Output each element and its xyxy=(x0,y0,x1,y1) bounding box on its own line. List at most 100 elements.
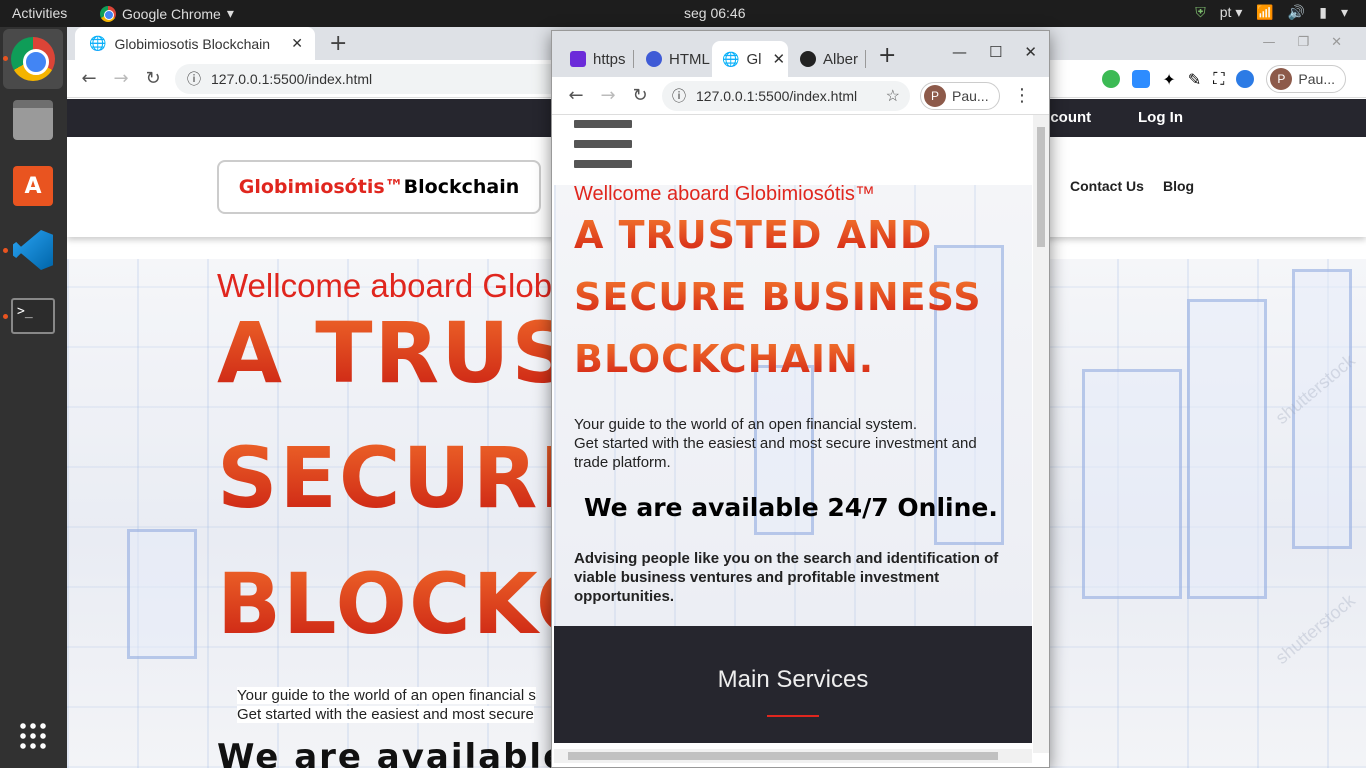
profile-button[interactable]: P Pau... xyxy=(1266,65,1346,93)
running-indicator xyxy=(3,248,8,253)
tab-title: Gl xyxy=(746,50,762,68)
extension-icon[interactable] xyxy=(1102,70,1121,88)
running-indicator xyxy=(3,56,8,61)
window-controls: — ❐ ✕ xyxy=(1262,35,1342,50)
tab-strip: https HTML 🌐 Gl ✕ Alber + — ☐ ✕ xyxy=(552,31,1049,77)
info-icon[interactable]: ⓘ xyxy=(187,69,201,89)
vertical-scrollbar[interactable] xyxy=(1033,115,1049,753)
hero-line-3: BLOCKCHAIN. xyxy=(574,337,875,381)
title-underline xyxy=(767,715,819,717)
dock: A >_ xyxy=(0,27,67,768)
hero-welcome: Wellcome aboard Globimiosótis™ xyxy=(574,183,875,205)
kebab-menu-icon[interactable]: ⋮ xyxy=(1013,85,1031,106)
foreground-browser-window: https HTML 🌐 Gl ✕ Alber + — ☐ ✕ ← → ↻ ⓘ xyxy=(551,30,1050,768)
scrollbar-thumb[interactable] xyxy=(568,752,998,760)
hero-intro-2: Get started with the easiest and most se… xyxy=(574,435,977,471)
profile-button[interactable]: P Pau... xyxy=(920,82,1000,110)
profile-label: Pau... xyxy=(952,88,989,104)
system-top-bar: Activities Google Chrome ▾ seg 06:46 ⛨ p… xyxy=(0,0,1366,27)
tab-github[interactable]: Alber xyxy=(790,41,866,77)
eyedropper-icon[interactable]: ✎ xyxy=(1188,70,1201,89)
chevron-down-icon[interactable]: ▾ xyxy=(1341,4,1348,21)
tab-title: https xyxy=(593,50,626,68)
logo-brand: Globimiosótis™ xyxy=(238,176,404,198)
nav-contact-us[interactable]: Contact Us xyxy=(1070,178,1144,194)
battery-icon[interactable]: ▮ xyxy=(1319,4,1327,21)
forward-icon[interactable]: → xyxy=(592,85,624,106)
screenshot-icon[interactable]: ⛶ xyxy=(1213,69,1224,89)
extension-icon[interactable] xyxy=(1236,70,1255,88)
back-icon[interactable]: ← xyxy=(73,68,105,89)
tab-https[interactable]: https xyxy=(560,41,634,77)
hamburger-menu-icon[interactable] xyxy=(574,120,632,180)
close-icon[interactable]: ✕ xyxy=(1331,35,1342,50)
system-tray[interactable]: ⛨ pt ▾ 📶 🔊 ▮ ▾ xyxy=(1195,4,1348,21)
main-services-section: Main Services xyxy=(554,626,1032,743)
app-menu[interactable]: Google Chrome ▾ xyxy=(100,5,234,22)
tab-title: Alber xyxy=(823,50,859,68)
activities-button[interactable]: Activities xyxy=(12,5,67,21)
avatar: P xyxy=(1270,68,1293,90)
page-viewport: Wellcome aboard Globimiosótis™ A TRUSTED… xyxy=(554,115,1032,743)
maximize-icon[interactable]: ☐ xyxy=(989,43,1002,61)
url-text: 127.0.0.1:5500/index.html xyxy=(696,88,858,104)
volume-icon[interactable]: 🔊 xyxy=(1288,4,1305,21)
url-text: 127.0.0.1:5500/index.html xyxy=(211,71,373,87)
close-icon[interactable]: ✕ xyxy=(1024,43,1037,61)
info-icon[interactable]: ⓘ xyxy=(672,86,686,106)
hero-intro-1: Your guide to the world of an open finan… xyxy=(574,416,917,433)
minimize-icon[interactable]: — xyxy=(1262,35,1275,50)
dock-software[interactable]: A xyxy=(10,163,56,209)
wifi-icon[interactable]: 📶 xyxy=(1256,4,1273,21)
dock-chrome[interactable] xyxy=(3,29,63,89)
dock-show-apps[interactable] xyxy=(10,713,56,759)
forward-icon[interactable]: → xyxy=(105,68,137,89)
dock-terminal[interactable]: >_ xyxy=(10,293,56,339)
nav-blog[interactable]: Blog xyxy=(1163,178,1194,194)
reload-icon[interactable]: ↻ xyxy=(624,85,656,106)
app-name: Google Chrome xyxy=(122,5,221,22)
new-tab-button[interactable]: + xyxy=(329,31,347,56)
horizontal-scrollbar[interactable] xyxy=(554,749,1032,763)
clock[interactable]: seg 06:46 xyxy=(684,5,746,21)
chrome-icon xyxy=(100,5,116,22)
dock-vscode[interactable] xyxy=(10,227,56,273)
availability-heading: We are available 24/7 Online. xyxy=(584,493,998,522)
blue-chat-icon xyxy=(646,51,662,67)
close-tab-icon[interactable]: ✕ xyxy=(291,35,303,52)
new-tab-button[interactable]: + xyxy=(878,43,896,68)
globe-icon: 🌐 xyxy=(89,35,107,51)
close-tab-icon[interactable]: ✕ xyxy=(772,50,785,68)
advising-text: Advising people like you on the search a… xyxy=(574,550,999,605)
watermark: shutterstock xyxy=(1271,590,1359,668)
tab-title: Globimiosotis Blockchain xyxy=(114,35,271,52)
avatar: P xyxy=(924,85,946,107)
files-icon xyxy=(13,100,53,140)
hero-intro-2: Get started with the easiest and most se… xyxy=(237,706,534,723)
site-logo[interactable]: Globimiosótis™ Blockchain xyxy=(217,160,541,214)
hero-line-2: SECURE BUSINESS xyxy=(574,275,982,319)
zoom-icon[interactable] xyxy=(1132,70,1151,88)
bookmark-star-icon[interactable]: ☆ xyxy=(886,86,900,106)
language-indicator[interactable]: pt ▾ xyxy=(1220,4,1243,21)
colorpick-icon[interactable]: ✦ xyxy=(1162,70,1175,89)
maximize-icon[interactable]: ❐ xyxy=(1297,35,1309,50)
reload-icon[interactable]: ↻ xyxy=(137,68,169,89)
software-icon: A xyxy=(13,166,53,206)
tab-globimiosotis[interactable]: 🌐 Gl ✕ xyxy=(712,41,788,77)
tab-html[interactable]: HTML xyxy=(636,41,710,77)
chevron-down-icon: ▾ xyxy=(226,5,234,21)
address-bar[interactable]: ⓘ 127.0.0.1:5500/index.html ☆ xyxy=(662,81,910,111)
minimize-icon[interactable]: — xyxy=(952,43,967,61)
chart-decoration xyxy=(127,529,197,659)
hero-available: We are available 2 xyxy=(217,737,608,768)
globe-icon: 🌐 xyxy=(722,50,740,67)
back-icon[interactable]: ← xyxy=(560,85,592,106)
hero-intro-1: Your guide to the world of an open finan… xyxy=(237,687,536,704)
dock-files[interactable] xyxy=(10,97,56,143)
shield-icon[interactable]: ⛨ xyxy=(1195,4,1206,21)
scrollbar-thumb[interactable] xyxy=(1037,127,1045,247)
login-link[interactable]: Log In xyxy=(1138,109,1183,126)
chrome-icon xyxy=(11,37,55,81)
tab-globimiosotis[interactable]: 🌐 Globimiosotis Blockchain ✕ xyxy=(75,27,315,60)
